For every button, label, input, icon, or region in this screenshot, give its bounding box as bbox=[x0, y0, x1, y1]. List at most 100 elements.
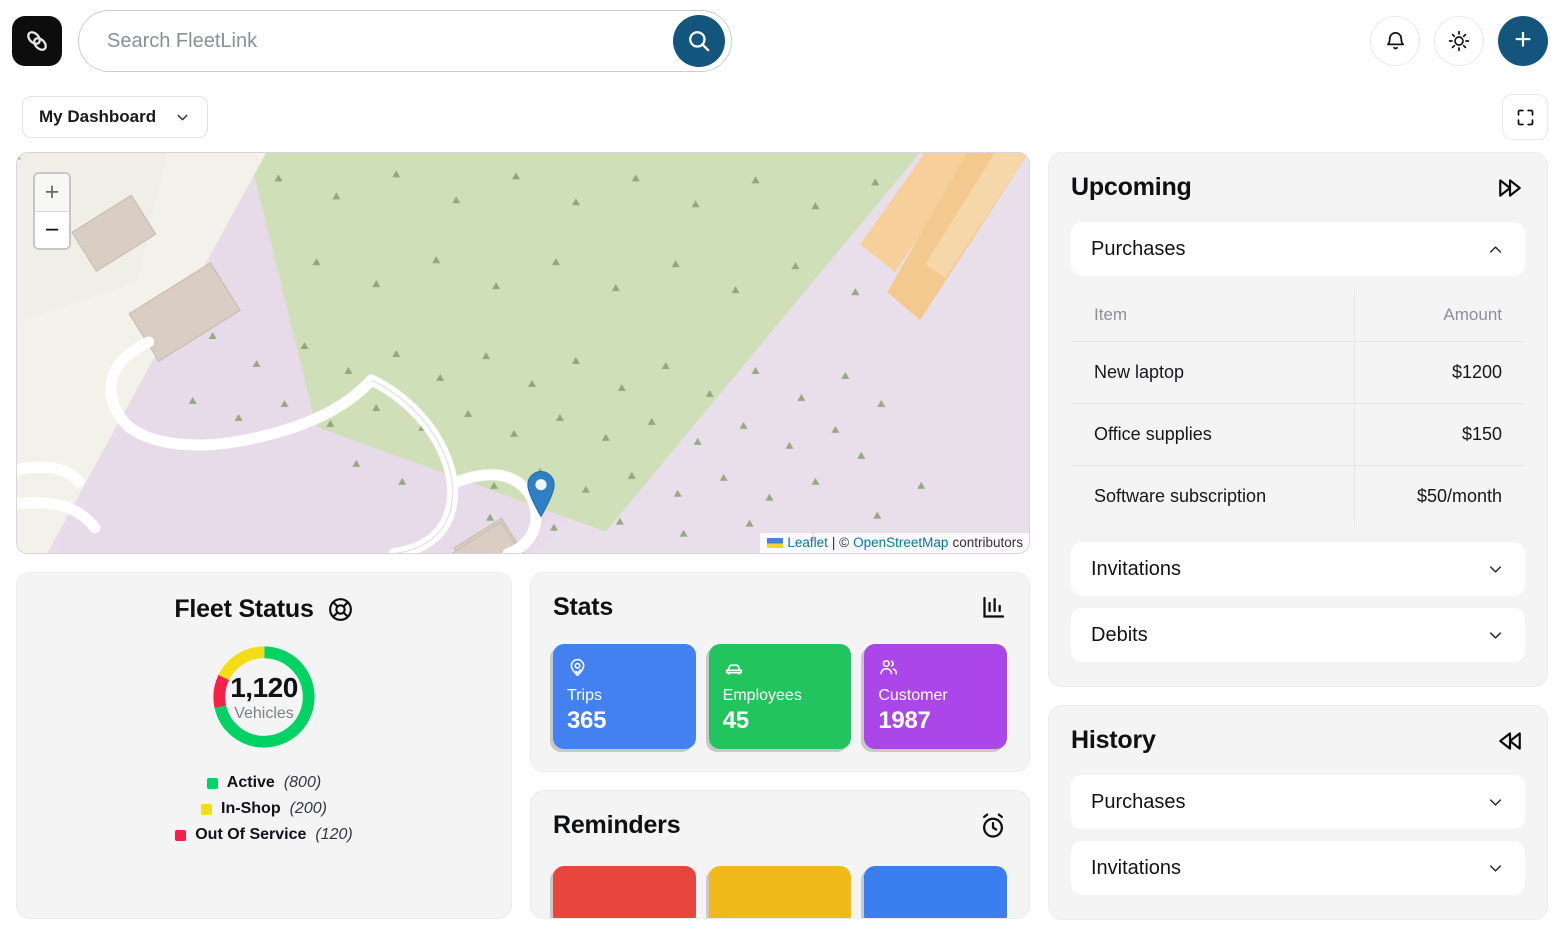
ukraine-flag-icon bbox=[767, 537, 784, 548]
chevron-up-icon bbox=[1489, 245, 1502, 253]
upcoming-panel: Upcoming Purchases Item Amount New lapto… bbox=[1048, 152, 1548, 687]
dashboard-select-label: My Dashboard bbox=[39, 107, 157, 126]
accordion-label: Purchases bbox=[1091, 790, 1186, 813]
legend-swatch bbox=[201, 803, 213, 815]
openstreetmap-link[interactable]: OpenStreetMap bbox=[853, 535, 948, 550]
lower-row: Fleet Status 1,120 Vehicles Active (800)… bbox=[16, 572, 1030, 919]
table-row: Office supplies $150 bbox=[1072, 403, 1524, 466]
stats-tiles: Trips 365 Employees 45 Customer 1987 bbox=[553, 644, 1008, 749]
legend-item-active: Active (800) bbox=[206, 774, 322, 792]
reminder-tile-blue[interactable] bbox=[864, 866, 1008, 918]
stats-title: Stats bbox=[553, 593, 614, 621]
table-row: New laptop $1200 bbox=[1072, 341, 1524, 404]
fleet-total-label: Vehicles bbox=[234, 704, 294, 722]
legend-label: In-Shop bbox=[221, 800, 281, 817]
column-header-amount: Amount bbox=[1354, 289, 1524, 342]
history-section-purchases[interactable]: Purchases bbox=[1071, 775, 1525, 829]
cell-item: Office supplies bbox=[1072, 403, 1355, 466]
column-header-item: Item bbox=[1072, 289, 1355, 342]
history-header: History bbox=[1071, 726, 1525, 755]
chevron-down-icon bbox=[1489, 864, 1502, 872]
car-icon bbox=[723, 657, 838, 679]
top-bar: + bbox=[0, 0, 1566, 82]
chevron-down-icon bbox=[1489, 631, 1502, 639]
legend-value: (800) bbox=[283, 774, 322, 791]
upcoming-section-debits[interactable]: Debits bbox=[1071, 608, 1525, 662]
stats-header: Stats bbox=[553, 593, 1007, 622]
cell-amount: $1200 bbox=[1354, 341, 1524, 404]
search-button[interactable] bbox=[673, 15, 725, 67]
fullscreen-button[interactable] bbox=[1502, 94, 1548, 140]
map-panel[interactable]: + − Leaflet | © OpenStreetMap contributo… bbox=[16, 152, 1030, 554]
reminders-header: Reminders bbox=[553, 811, 1007, 840]
legend-value: (120) bbox=[315, 826, 353, 843]
search-icon bbox=[689, 31, 710, 52]
legend-value: (200) bbox=[289, 800, 327, 817]
fast-forward-icon[interactable] bbox=[1495, 175, 1525, 201]
stat-tile-label: Trips bbox=[567, 687, 602, 704]
bar-chart-icon bbox=[983, 596, 1005, 618]
history-panel: History Purchases Invitations bbox=[1048, 705, 1548, 920]
reminder-tile-red[interactable] bbox=[553, 866, 696, 918]
search-bar[interactable] bbox=[78, 10, 732, 72]
legend-swatch bbox=[175, 829, 187, 841]
main-content: + − Leaflet | © OpenStreetMap contributo… bbox=[0, 152, 1566, 920]
sun-icon bbox=[1448, 30, 1470, 52]
app-logo[interactable] bbox=[12, 16, 62, 66]
attribution-suffix: contributors bbox=[952, 535, 1023, 550]
add-button[interactable]: + bbox=[1498, 16, 1548, 66]
chain-link-icon bbox=[27, 31, 47, 51]
cell-item: New laptop bbox=[1072, 341, 1355, 404]
chevron-down-icon bbox=[1489, 798, 1502, 806]
chevron-down-icon bbox=[1489, 565, 1502, 573]
leaflet-link[interactable]: Leaflet bbox=[787, 535, 828, 550]
table-header-row: Item Amount bbox=[1072, 289, 1524, 342]
stats-column: Stats Trips 365 Employees 45 Customer 19… bbox=[530, 572, 1030, 919]
stat-tile-customer[interactable]: Customer 1987 bbox=[864, 644, 1008, 749]
stat-tile-employees[interactable]: Employees 45 bbox=[708, 644, 852, 749]
cell-amount: $50/month bbox=[1354, 465, 1524, 527]
map-zoom-controls[interactable]: + − bbox=[33, 172, 71, 250]
fullscreen-icon bbox=[1517, 109, 1533, 125]
fleet-status-header: Fleet Status bbox=[37, 595, 491, 624]
cell-amount: $150 bbox=[1354, 403, 1524, 466]
sub-header: My Dashboard bbox=[0, 82, 1566, 152]
donut-center-label: 1,120 Vehicles bbox=[37, 638, 491, 756]
stat-tile-value: 365 bbox=[567, 707, 607, 734]
cell-item: Software subscription bbox=[1094, 486, 1267, 506]
legend-swatch bbox=[206, 777, 218, 789]
bell-icon bbox=[1386, 31, 1404, 49]
chevron-down-icon bbox=[177, 114, 188, 120]
upcoming-section-invitations[interactable]: Invitations bbox=[1071, 542, 1525, 596]
accordion-label: Invitations bbox=[1091, 856, 1182, 879]
rewind-icon[interactable] bbox=[1495, 728, 1525, 754]
history-section-invitations[interactable]: Invitations bbox=[1071, 841, 1525, 895]
notifications-button[interactable] bbox=[1370, 16, 1420, 66]
upcoming-title: Upcoming bbox=[1071, 173, 1192, 201]
map-zoom-out-button[interactable]: − bbox=[35, 211, 69, 248]
reminder-tiles bbox=[553, 866, 1008, 918]
map-pin-check-icon bbox=[567, 657, 682, 679]
stat-tile-label: Customer bbox=[878, 687, 948, 704]
map-pin-marker bbox=[527, 470, 555, 518]
fleet-donut-chart: 1,120 Vehicles bbox=[37, 638, 491, 756]
upcoming-section-purchases[interactable]: Purchases bbox=[1071, 222, 1525, 276]
map-marker[interactable] bbox=[525, 470, 557, 522]
map-tiles bbox=[17, 153, 1029, 553]
dashboard-select[interactable]: My Dashboard bbox=[22, 96, 208, 138]
stat-tile-trips[interactable]: Trips 365 bbox=[553, 644, 696, 749]
legend-item-out-of-service: Out Of Service (120) bbox=[175, 826, 353, 844]
legend-label: Active bbox=[226, 774, 275, 791]
theme-toggle-button[interactable] bbox=[1434, 16, 1484, 66]
right-column: Upcoming Purchases Item Amount New lapto… bbox=[1048, 152, 1548, 920]
fleet-total-value: 1,120 bbox=[230, 671, 298, 703]
map-zoom-in-button[interactable]: + bbox=[35, 174, 69, 211]
legend-label: Out Of Service bbox=[195, 826, 307, 843]
fleet-status-title: Fleet Status bbox=[174, 595, 314, 623]
stat-tile-value: 1987 bbox=[878, 707, 931, 734]
search-input[interactable] bbox=[107, 29, 673, 53]
accordion-label: Invitations bbox=[1091, 557, 1182, 580]
stats-card: Stats Trips 365 Employees 45 Customer 19… bbox=[530, 572, 1030, 772]
reminder-tile-yellow[interactable] bbox=[708, 866, 852, 918]
map-attribution: Leaflet | © OpenStreetMap contributors bbox=[760, 533, 1029, 553]
